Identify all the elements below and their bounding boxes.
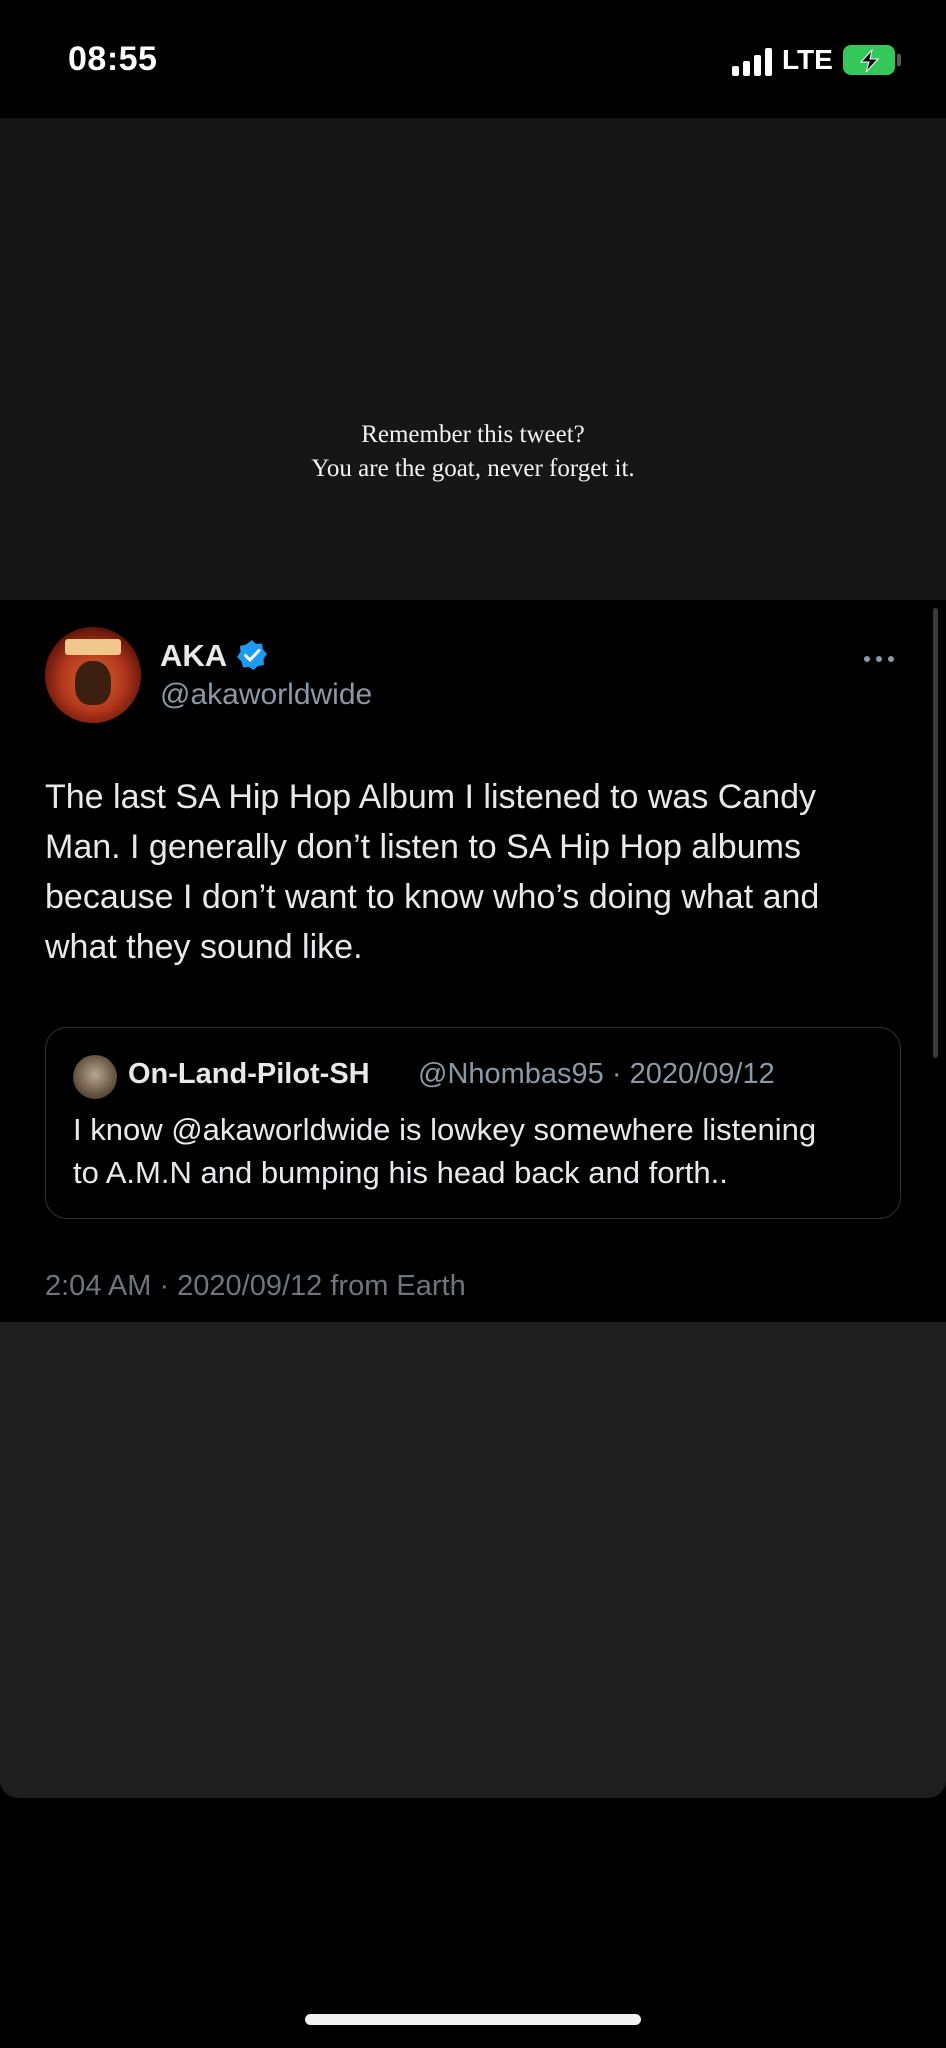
quoted-tweet-line: to A.M.N and bumping his head back and f…: [73, 1155, 728, 1190]
avatar-face: [75, 661, 111, 705]
quoted-tweet-author-name[interactable]: On-Land-Pilot-SH: [128, 1058, 370, 1091]
caption-line-1: Remember this tweet?: [361, 421, 585, 448]
story-background-top: [0, 118, 946, 600]
quoted-tweet-line: I know @akaworldwide is lowkey somewhere…: [73, 1112, 817, 1147]
network-type-label: LTE: [782, 44, 833, 75]
tweet-body-line: what they sound like.: [45, 928, 363, 966]
tweet-author-name[interactable]: AKA: [160, 638, 227, 674]
status-time: 08:55: [68, 40, 158, 78]
quoted-tweet[interactable]: On-Land-Pilot-SH @Nhombas95 · 2020/09/12…: [45, 1027, 901, 1219]
battery-tip: [897, 54, 901, 66]
avatar-album-badge: [65, 639, 121, 655]
tweet-body-line: The last SA Hip Hop Album I listened to …: [45, 778, 817, 816]
battery-charging-icon: [843, 45, 895, 75]
story-caption: Remember this tweet? You are the goat, n…: [0, 418, 946, 486]
tweet-author-handle[interactable]: @akaworldwide: [160, 678, 372, 712]
tweet-timestamp: 2:04 AM · 2020/09/12 from Earth: [45, 1270, 466, 1302]
status-bar: 08:55 LTE: [0, 0, 946, 118]
quoted-tweet-body: I know @akaworldwide is lowkey somewhere…: [73, 1108, 883, 1194]
tweet-body: The last SA Hip Hop Album I listened to …: [45, 772, 905, 972]
quoted-tweet-handle-date: @Nhombas95 · 2020/09/12: [418, 1058, 775, 1090]
more-options-icon[interactable]: [862, 654, 896, 664]
caption-line-2: You are the goat, never forget it.: [311, 455, 635, 482]
verified-badge-icon: [237, 640, 267, 670]
quoted-tweet-avatar[interactable]: [73, 1055, 117, 1099]
cellular-signal-icon: [732, 46, 776, 76]
tweet-body-line: because I don’t want to know who’s doing…: [45, 878, 820, 916]
scrollbar: [933, 608, 938, 1058]
story-background-bottom: [0, 1322, 946, 1798]
tweet-body-line: Man. I generally don’t listen to SA Hip …: [45, 828, 801, 866]
home-indicator[interactable]: [305, 2014, 641, 2025]
tweet-card[interactable]: AKA @akaworldwide The last SA Hip Hop Al…: [0, 600, 946, 1322]
avatar[interactable]: [45, 627, 141, 723]
